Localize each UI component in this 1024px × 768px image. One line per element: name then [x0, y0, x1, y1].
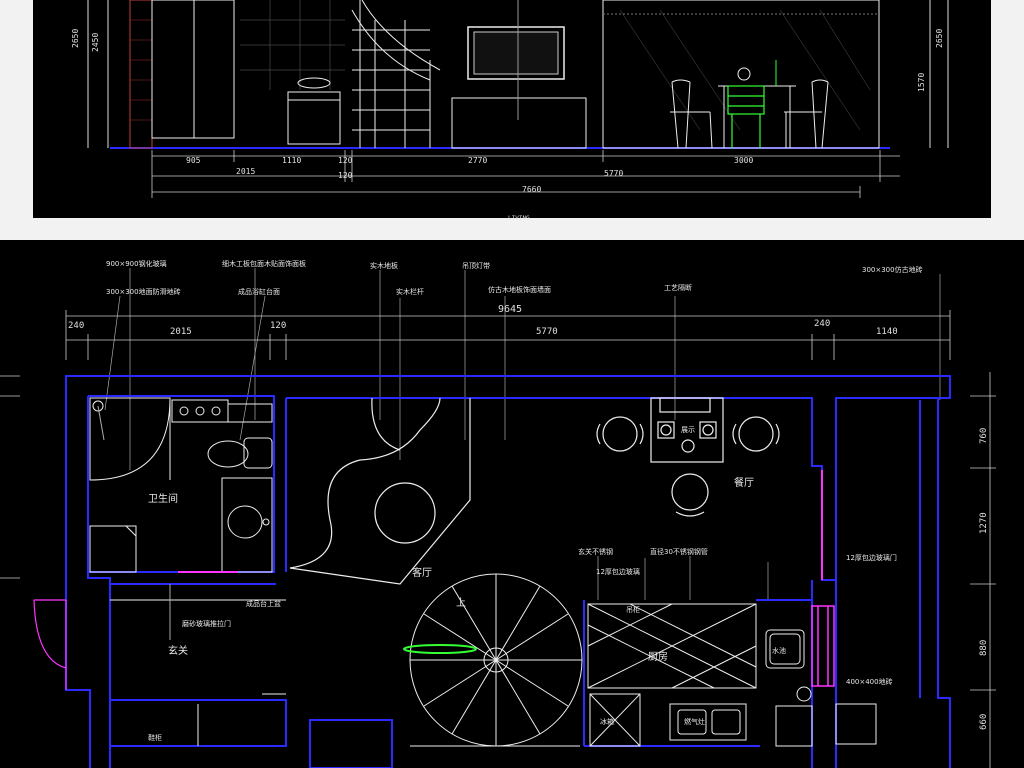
- annot-9: 工艺隔断: [664, 283, 692, 292]
- plan-dim-right-4: 660: [979, 714, 989, 730]
- drawing-canvas: 2650 2450 2650 1570 905 1110 120 2770 30…: [0, 0, 1024, 768]
- label-hood: 吊柜: [626, 605, 640, 614]
- annot-3: 细木工板包面木贴面饰面板: [222, 259, 306, 268]
- annot-17: 400×400地砖: [846, 677, 893, 686]
- elev-dim-left-1: 2650: [71, 29, 80, 48]
- elev-dim-row1-3: 120: [338, 156, 353, 165]
- elevation-panel: 2650 2450 2650 1570 905 1110 120 2770 30…: [33, 0, 991, 222]
- plan-dim-right-3: 880: [979, 640, 989, 656]
- room-living: 客厅: [412, 566, 432, 579]
- elev-dim-row1-1: 905: [186, 156, 201, 165]
- room-dining: 餐厅: [734, 476, 754, 489]
- label-display: 展示: [681, 426, 695, 434]
- elev-dim-right-1: 2650: [935, 29, 944, 48]
- label-shoe-cabinet: 鞋柜: [148, 733, 162, 742]
- annot-8: 仿古木地板饰面墙面: [488, 285, 551, 294]
- elev-dim-right-2: 1570: [917, 73, 926, 92]
- elev-dim-total: 7660: [522, 185, 541, 194]
- elev-dim-row2-2: 120: [338, 171, 353, 180]
- annot-16: 12厚包边玻璃门: [846, 553, 897, 562]
- label-sink: 水池: [772, 646, 786, 655]
- label-fridge: 冰箱: [600, 717, 614, 726]
- plan-panel: 900×900钢化玻璃 300×300地面防滑地砖 细木工板包面木贴面饰面板 成…: [0, 240, 1024, 768]
- annot-14: 12厚包边玻璃: [596, 567, 640, 576]
- annot-10: 300×300仿古地砖: [862, 265, 923, 274]
- annot-2: 300×300地面防滑地砖: [106, 287, 181, 296]
- plan-dim-right-1: 760: [979, 428, 989, 444]
- plan-dim-top-5: 240: [814, 319, 830, 329]
- elev-dim-left-2: 2450: [91, 33, 100, 52]
- annot-1: 900×900钢化玻璃: [106, 259, 167, 268]
- elev-dim-row1-5: 3000: [734, 156, 753, 165]
- plan-dim-top-4: 5770: [536, 327, 558, 337]
- annot-15: 直径30不锈钢钢管: [650, 547, 708, 556]
- plan-dim-total: 9645: [498, 304, 522, 315]
- plan-dim-top-3: 120: [270, 321, 286, 331]
- elev-caption: LIVING: [508, 215, 530, 222]
- room-entry: 玄关: [168, 644, 188, 657]
- annot-7: 吊顶灯带: [462, 261, 490, 270]
- room-bathroom: 卫生间: [148, 492, 178, 505]
- plan-dim-top-2: 2015: [170, 327, 192, 337]
- annot-4: 成品浴缸台面: [238, 287, 280, 296]
- annot-12: 磨砂玻璃推拉门: [182, 619, 231, 628]
- elev-dim-row1-4: 2770: [468, 156, 487, 165]
- plan-dim-top-1: 240: [68, 321, 84, 331]
- annot-13: 玄关不锈钢: [578, 547, 613, 556]
- elev-dim-row2-1: 2015: [236, 167, 255, 176]
- elev-dim-row2-3: 5770: [604, 169, 623, 178]
- page: { "colors": { "background": "#000000", "…: [0, 0, 1024, 768]
- plan-dim-top-6: 1140: [876, 327, 898, 337]
- label-up: 上: [456, 597, 466, 609]
- label-stove: 燃气灶: [684, 717, 705, 726]
- annot-6: 实木栏杆: [396, 287, 424, 296]
- room-kitchen: 厨房: [648, 650, 668, 663]
- annot-5: 实木地板: [370, 261, 398, 270]
- plan-dim-right-2: 1270: [979, 512, 989, 534]
- elev-dim-row1-2: 1110: [282, 156, 301, 165]
